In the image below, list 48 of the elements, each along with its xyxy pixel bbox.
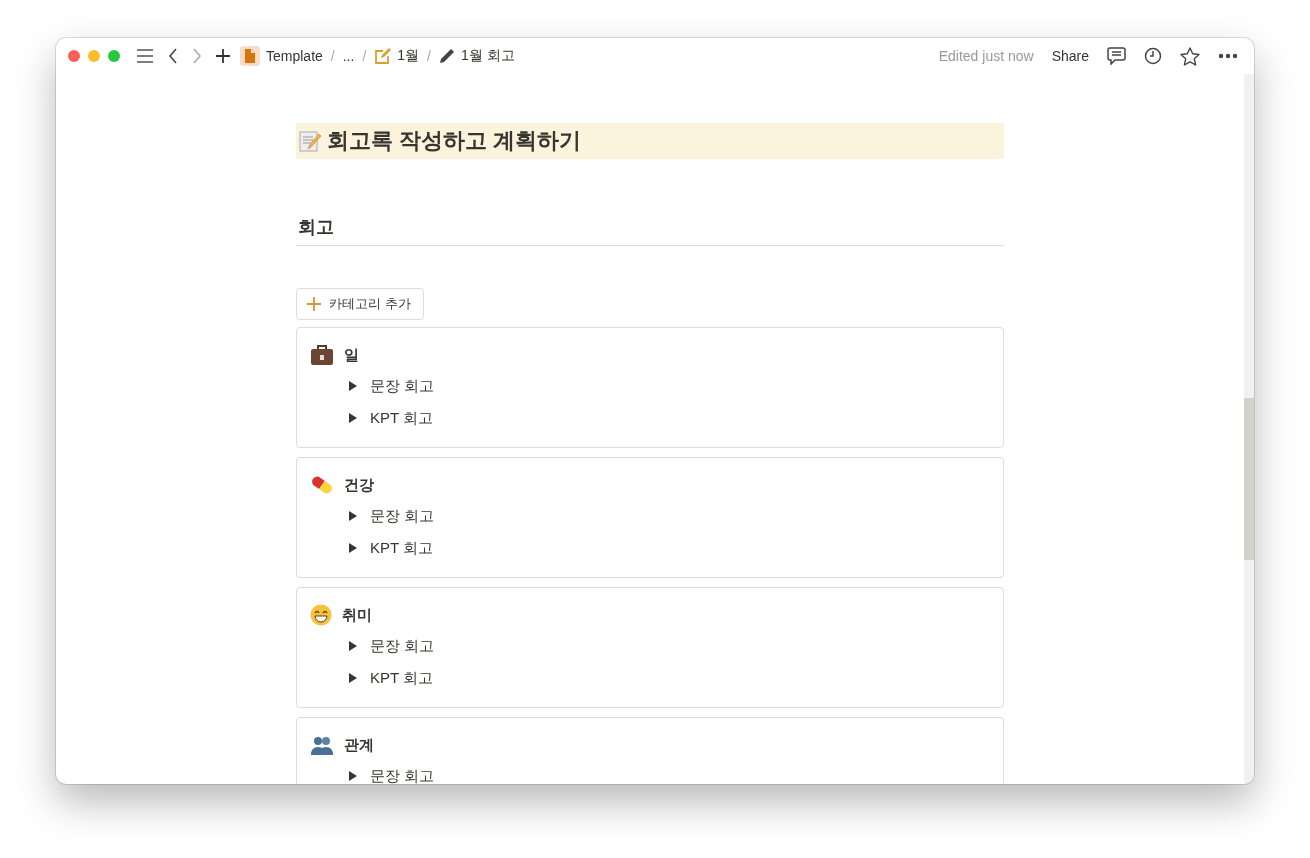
edit-status: Edited just now: [938, 48, 1034, 64]
toggle-triangle-icon[interactable]: [348, 771, 358, 781]
pill-icon: [310, 474, 334, 496]
toggle-item[interactable]: 문장 회고: [348, 370, 435, 402]
breadcrumb-separator: /: [330, 48, 335, 64]
edit-icon: [374, 47, 392, 65]
breadcrumb-separator: /: [362, 48, 367, 64]
more-icon[interactable]: [1218, 53, 1238, 59]
menu-icon[interactable]: [136, 48, 154, 64]
section-heading: 회고: [298, 216, 335, 239]
toggle-triangle-icon[interactable]: [348, 511, 358, 521]
toggle-item[interactable]: KPT 회고: [348, 402, 434, 434]
memo-icon: [299, 130, 321, 152]
category-title: 건강: [344, 475, 374, 495]
breadcrumb-link[interactable]: 1월 회고: [436, 47, 517, 65]
clock-icon[interactable]: [1144, 47, 1162, 65]
toggle-item[interactable]: 문장 회고: [348, 630, 435, 662]
pencil-icon: [438, 48, 455, 64]
document-icon: [240, 46, 260, 66]
toggle-item[interactable]: 문장 회고: [348, 500, 435, 532]
breadcrumb-separator: /: [427, 48, 431, 64]
close-button[interactable]: [68, 50, 80, 62]
toggle-triangle-icon[interactable]: [348, 673, 358, 683]
add-category-button[interactable]: 카테고리 추가: [296, 288, 424, 320]
toggle-triangle-icon[interactable]: [348, 543, 358, 553]
category-title: 취미: [342, 605, 372, 625]
toggle-item[interactable]: KPT 회고: [348, 662, 434, 694]
category-title: 관계: [344, 735, 374, 755]
breadcrumb-link[interactable]: ...: [340, 48, 357, 64]
briefcase-icon: [310, 344, 334, 366]
scrollbar[interactable]: [1244, 74, 1254, 784]
smiley-icon: [310, 604, 332, 626]
toggle-triangle-icon[interactable]: [348, 381, 358, 391]
new-page-icon[interactable]: [216, 49, 230, 63]
star-icon[interactable]: [1180, 46, 1200, 66]
share-button[interactable]: Share: [1051, 48, 1089, 64]
toggle-item[interactable]: 문장 회고: [348, 760, 435, 784]
back-icon[interactable]: [168, 48, 178, 64]
toggle-triangle-icon[interactable]: [348, 413, 358, 423]
comment-icon[interactable]: [1107, 47, 1126, 65]
breadcrumb-link[interactable]: 1월: [372, 47, 422, 65]
toggle-triangle-icon[interactable]: [348, 641, 358, 651]
toggle-item[interactable]: KPT 회고: [348, 532, 434, 564]
breadcrumb-link[interactable]: Template: [238, 46, 325, 66]
plus-icon: [307, 297, 321, 311]
people-icon: [310, 734, 334, 756]
category-title: 일: [344, 345, 359, 365]
page-title: 회고록 작성하고 계획하기: [327, 127, 582, 155]
